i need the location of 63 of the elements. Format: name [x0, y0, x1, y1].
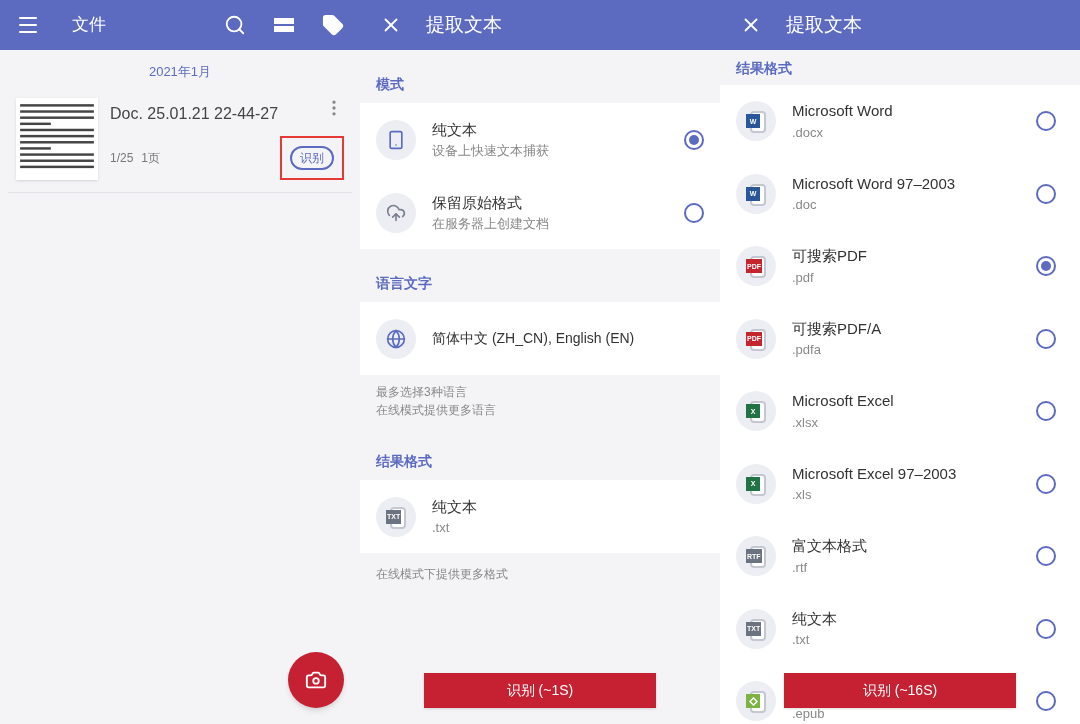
group-header: 2021年1月 — [147, 63, 213, 81]
option-title: Microsoft Word 97–2003 — [792, 173, 957, 194]
camera-icon — [305, 669, 327, 691]
radio-button[interactable] — [1036, 618, 1056, 639]
option-subtitle: .pdf — [792, 268, 815, 287]
hint-text: 最多选择3种语言 — [376, 384, 468, 401]
option-subtitle: 设备上快速文本捕获 — [432, 142, 550, 160]
recognize-button[interactable]: 识别 (~16S) — [784, 673, 1016, 708]
list-view-icon[interactable] — [274, 17, 294, 33]
option-title: Microsoft Word — [792, 101, 894, 122]
radio-button[interactable] — [1036, 546, 1056, 567]
screen-title: 提取文本 — [786, 12, 862, 37]
section-header: 结果格式 — [375, 452, 433, 471]
radio-button[interactable] — [1036, 183, 1056, 204]
mode-icon — [376, 119, 416, 160]
option-title: 纯文本 — [792, 608, 838, 629]
option-subtitle: .pdfa — [792, 341, 822, 360]
radio-button[interactable] — [684, 129, 704, 150]
option-title: 可搜索PDF/A — [792, 318, 883, 339]
radio-button[interactable] — [684, 202, 704, 223]
option-title: 可搜索PDF — [792, 246, 868, 267]
option-title: 纯文本 — [432, 496, 477, 517]
radio-button[interactable] — [1036, 401, 1056, 422]
mode-option[interactable]: 纯文本 设备上快速文本捕获 — [360, 103, 720, 176]
document-item[interactable]: Doc. 25.01.21 22-44-27 1/25 1页 识别 — [8, 89, 352, 193]
globe-icon — [376, 318, 416, 359]
section-header: 语言文字 — [374, 274, 433, 293]
option-subtitle: .txt — [792, 631, 811, 650]
language-option[interactable]: 简体中文 (ZH_CN), English (EN) — [360, 302, 720, 375]
option-subtitle: 在服务器上创建文档 — [432, 215, 550, 233]
language-value: 简体中文 (ZH_CN), English (EN) — [432, 329, 635, 348]
recognize-button[interactable]: 识别 — [290, 145, 334, 170]
option-subtitle: .doc — [792, 196, 818, 215]
document-name: Doc. 25.01.21 22-44-27 — [110, 103, 280, 124]
tag-icon[interactable] — [322, 14, 344, 36]
section-header: 结果格式 — [735, 59, 793, 78]
radio-button[interactable] — [1036, 473, 1056, 494]
option-title: 纯文本 — [432, 119, 478, 140]
hint-text: 在线模式提供更多语言 — [376, 402, 497, 419]
camera-button[interactable] — [288, 652, 344, 708]
radio-button[interactable] — [1036, 691, 1056, 712]
radio-button[interactable] — [1036, 328, 1056, 349]
radio-button[interactable] — [1036, 111, 1056, 132]
option-subtitle: .xls — [792, 486, 813, 505]
screen-title: 文件 — [72, 14, 106, 37]
screen-title: 提取文本 — [426, 12, 502, 37]
option-title: Microsoft Excel 97–2003 — [792, 463, 958, 484]
page-position: 1/25 — [110, 149, 134, 167]
recognize-button[interactable]: 识别 (~1S) — [424, 673, 656, 708]
search-icon[interactable] — [224, 14, 246, 36]
option-subtitle: .txt — [432, 519, 451, 537]
mode-icon — [376, 192, 416, 233]
mode-option[interactable]: 保留原始格式 在服务器上创建文档 — [360, 176, 720, 249]
option-subtitle: .docx — [792, 123, 825, 142]
option-title: 保留原始格式 — [432, 192, 523, 213]
option-title: Microsoft Excel — [792, 391, 895, 412]
page-count: 1页 — [141, 149, 161, 167]
option-subtitle: .xlsx — [792, 413, 819, 432]
hint-text: 在线模式下提供更多格式 — [375, 566, 509, 583]
section-header: 模式 — [375, 75, 405, 94]
option-subtitle: .rtf — [792, 558, 809, 577]
radio-button[interactable] — [1036, 256, 1056, 277]
option-title: 富文本格式 — [792, 536, 868, 557]
